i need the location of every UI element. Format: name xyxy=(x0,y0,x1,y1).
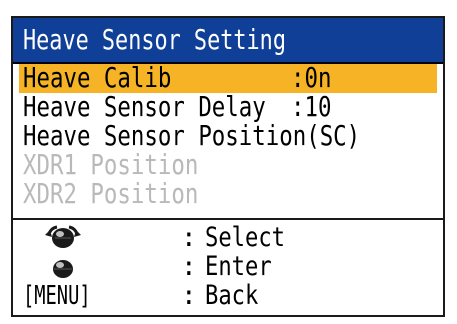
menu-item-xdr2-position: XDR2 Position xyxy=(19,177,437,210)
help-colon: : xyxy=(181,223,197,253)
help-action-select: Select xyxy=(205,222,285,253)
menu-item-heave-calib[interactable]: Heave Calib :0n xyxy=(19,62,437,94)
help-colon: : xyxy=(181,252,197,282)
help-row-select: : Select xyxy=(13,222,443,253)
key-guide: : Select : Enter [MENU] : Back xyxy=(13,222,443,312)
rotary-knob-rotate-icon xyxy=(23,224,103,253)
title-bar: Heave Sensor Setting xyxy=(13,18,443,64)
window-title: Heave Sensor Setting xyxy=(23,23,286,56)
help-action-back: Back xyxy=(205,280,259,311)
help-action-enter: Enter xyxy=(205,251,272,282)
menu-item-label: XDR2 Position xyxy=(23,177,199,210)
help-row-back: [MENU] : Back xyxy=(13,280,443,312)
menu-key-label: [MENU] xyxy=(23,281,91,311)
heave-sensor-setting-window: Heave Sensor Setting Heave Calib :0n Hea… xyxy=(11,16,445,317)
rotary-knob-press-icon xyxy=(23,253,103,282)
menu-item-heave-sensor-delay[interactable]: Heave Sensor Delay :10 xyxy=(19,91,437,123)
divider xyxy=(13,218,443,220)
help-colon: : xyxy=(181,281,197,311)
menu-item-xdr1-position: XDR1 Position xyxy=(19,149,437,181)
help-row-enter: : Enter xyxy=(13,251,443,282)
menu-item-heave-sensor-position[interactable]: Heave Sensor Position(SC) xyxy=(19,120,437,152)
settings-menu: Heave Calib :0n Heave Sensor Delay :10 H… xyxy=(13,62,443,210)
